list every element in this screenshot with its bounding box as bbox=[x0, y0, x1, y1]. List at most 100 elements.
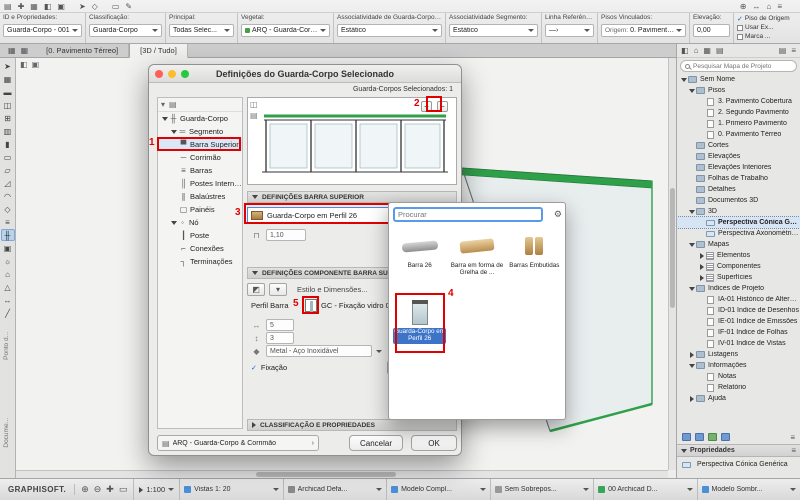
folder-blue-icon[interactable] bbox=[682, 433, 691, 441]
scrollbar-thumb[interactable] bbox=[256, 472, 396, 477]
tree-item-segmento[interactable]: ═ Segmento bbox=[158, 125, 242, 138]
tree-item-conexoes[interactable]: ⌐ Conexões bbox=[158, 242, 242, 255]
vertical-scrollbar[interactable] bbox=[668, 58, 676, 470]
height-field[interactable]: 3 bbox=[266, 332, 294, 344]
folder-blue-icon[interactable] bbox=[721, 433, 730, 441]
dialog-titlebar[interactable]: Definições do Guarda-Corpo Selecionado bbox=[149, 65, 461, 83]
quick-option-model-view[interactable]: Modelo Compl... bbox=[386, 479, 489, 500]
properties-header[interactable]: Propriedades ≡ bbox=[677, 444, 800, 457]
arrow-icon[interactable]: ➤ bbox=[79, 2, 86, 11]
sidebar-item-detalhes[interactable]: Detalhes bbox=[677, 184, 800, 195]
component-search-input[interactable] bbox=[398, 210, 538, 219]
layer-master-field[interactable]: Principal: Todas Selec... bbox=[166, 13, 238, 43]
profile-value[interactable]: GC - Fixação vidro 02 bbox=[321, 301, 394, 310]
sidebar-item-mapas[interactable]: Mapas bbox=[677, 239, 800, 250]
sidebar-item-if-01[interactable]: IF-01 Índice de Folhas bbox=[677, 327, 800, 338]
railing-node-associativity-field[interactable]: Associatividade de Guarda-Corpo e Nó: Es… bbox=[334, 13, 446, 43]
folder-blue-icon[interactable] bbox=[695, 433, 704, 441]
project-map-icon[interactable]: ⌂ bbox=[694, 46, 699, 55]
width-field[interactable]: 5 bbox=[266, 319, 294, 331]
sidebar-item-perspecti­va-conica[interactable]: Perspectiva Cónica Genérica bbox=[677, 216, 800, 229]
origin-level-option[interactable]: ✓ Piso de Origem bbox=[737, 14, 797, 23]
sidebar-item-elementos[interactable]: Elementos bbox=[677, 250, 800, 261]
sidebar-item-ia-01[interactable]: IA-01 Histórico de Alterações bbox=[677, 294, 800, 305]
component-list-button[interactable]: ▾ bbox=[269, 283, 287, 296]
sidebar-item-cortes[interactable]: Cortes bbox=[677, 140, 800, 151]
layout-book-icon[interactable]: ▤ bbox=[716, 46, 724, 55]
rail-height-field[interactable]: 1,10 bbox=[266, 229, 306, 241]
tree-item-guarda-corpo[interactable]: ╫ Guarda-Corpo bbox=[158, 112, 242, 125]
quick-option-shadow-mode[interactable]: Modelo Sombr... bbox=[696, 479, 800, 500]
side-palette-label[interactable]: Ponto d... bbox=[3, 332, 10, 360]
marker-option[interactable]: Marca ... bbox=[737, 32, 797, 41]
curtain-wall-tool-icon[interactable]: ▥ bbox=[1, 125, 15, 137]
sidebar-item-perspectiva-axonometrica[interactable]: Perspectiva Axonométrica Genérica bbox=[677, 228, 800, 239]
slab-tool-icon[interactable]: ▱ bbox=[1, 164, 15, 176]
tab-overview-icon[interactable]: ▦ bbox=[8, 46, 16, 55]
tree-item-balaustres[interactable]: ∥ Balaústres bbox=[158, 190, 242, 203]
sidebar-item-documentos-3d[interactable]: Documentos 3D bbox=[677, 195, 800, 206]
filter-icon[interactable]: ▾ bbox=[161, 100, 165, 109]
rect-icon[interactable]: ▭ bbox=[112, 2, 120, 11]
quick-option-renovation[interactable]: 00 Archicad D... bbox=[593, 479, 696, 500]
add-icon[interactable]: ✚ bbox=[18, 2, 25, 11]
properties-current-view[interactable]: Perspectiva Cónica Genérica bbox=[677, 458, 800, 471]
tree-item-corrimao[interactable]: ─ Corrimão bbox=[158, 151, 242, 164]
tree-item-paineis[interactable]: ▢ Painéis bbox=[158, 203, 242, 216]
tree-item-barra-superior[interactable]: ▀ Barra Superior bbox=[158, 138, 242, 151]
sidebar-item-piso-0[interactable]: 0. Pavimento Térreo bbox=[677, 129, 800, 140]
navigator-search-input[interactable] bbox=[693, 62, 792, 70]
checkbox-checked-icon[interactable]: ✓ bbox=[251, 364, 257, 372]
preview-view-icon[interactable]: ◫ bbox=[250, 100, 258, 109]
zoom-out-icon[interactable]: ⊖ bbox=[94, 484, 102, 495]
publisher-icon[interactable]: ▤ bbox=[779, 46, 787, 55]
profile-mode-button[interactable]: ◩ bbox=[247, 283, 265, 296]
zone-tool-icon[interactable]: ⌂ bbox=[1, 268, 15, 280]
classification-field[interactable]: Classificação: Guarda-Corpo bbox=[86, 13, 166, 43]
mesh-tool-icon[interactable]: △ bbox=[1, 281, 15, 293]
horizontal-scrollbar[interactable] bbox=[16, 470, 668, 478]
linked-stories-field[interactable]: Pisos Vinculados: Origem:0. Pavimento Té… bbox=[598, 13, 690, 43]
sidebar-item-3d[interactable]: 3D bbox=[677, 206, 800, 217]
preview-layers-icon[interactable]: ▤ bbox=[250, 111, 258, 120]
use-ex-option[interactable]: Usar Ex... bbox=[737, 23, 797, 32]
menu-icon[interactable]: ≡ bbox=[791, 46, 796, 55]
quick-option-pen-set[interactable]: Archicad Defa... bbox=[282, 479, 386, 500]
side-palette-label[interactable]: Docume... bbox=[3, 418, 10, 448]
sidebar-item-componentes[interactable]: Componentes bbox=[677, 261, 800, 272]
profile-attribute-icon[interactable] bbox=[305, 299, 317, 312]
sidebar-item-indices-projeto[interactable]: Índices de Projeto bbox=[677, 283, 800, 294]
menu-icon[interactable]: ≡ bbox=[790, 433, 795, 442]
sidebar-item-piso-2[interactable]: 2. Segundo Pavimento bbox=[677, 107, 800, 118]
quick-option-graphic-override[interactable]: Sem Sobrepos... bbox=[489, 479, 593, 500]
sidebar-item-informacoes[interactable]: Informações bbox=[677, 360, 800, 371]
pan-icon[interactable]: ✚ bbox=[106, 484, 114, 495]
target-icon[interactable]: ◇ bbox=[92, 2, 98, 11]
tree-item-terminacoes[interactable]: ┐ Terminações bbox=[158, 255, 242, 268]
cancel-button[interactable]: Cancelar bbox=[349, 435, 403, 451]
snap-icon[interactable]: ▣ bbox=[57, 2, 65, 11]
view-map-icon[interactable]: ▦ bbox=[703, 46, 711, 55]
gear-icon[interactable]: ⚙ bbox=[554, 209, 562, 220]
section-classification-header[interactable]: CLASSIFICAÇÃO E PROPRIEDADES bbox=[247, 419, 457, 431]
stair-tool-icon[interactable]: ≡ bbox=[1, 216, 15, 228]
segment-associativity-field[interactable]: Associatividade Segmento: Estático bbox=[446, 13, 542, 43]
menu-icon[interactable]: ≡ bbox=[791, 446, 796, 455]
arrow-tool-icon[interactable]: ➤ bbox=[1, 60, 15, 72]
tree-item-poste[interactable]: ┃ Poste bbox=[158, 229, 242, 242]
project-chooser-icon[interactable]: ◧ bbox=[681, 46, 689, 55]
wall-tool-icon[interactable]: ▬ bbox=[1, 86, 15, 98]
lamp-tool-icon[interactable]: ☼ bbox=[1, 255, 15, 267]
railing-tool-icon[interactable]: ╫ bbox=[0, 229, 15, 241]
tab-3d-view[interactable]: [3D / Tudo] bbox=[129, 44, 188, 58]
grid-icon[interactable]: ▦ bbox=[30, 2, 38, 11]
tab-floor-plan[interactable]: [0. Pavimento Térreo] bbox=[36, 44, 130, 57]
scale-selector[interactable]: 1:100 bbox=[133, 479, 179, 500]
sidebar-item-superficies[interactable]: Superfícies bbox=[677, 272, 800, 283]
ok-button[interactable]: OK bbox=[411, 435, 457, 451]
scrollbar-thumb[interactable] bbox=[670, 188, 675, 308]
line-tool-icon[interactable]: ╱ bbox=[1, 307, 15, 319]
add-segment-button[interactable]: + bbox=[421, 101, 432, 112]
sidebar-item-listagens[interactable]: Listagens bbox=[677, 349, 800, 360]
remove-segment-button[interactable]: − bbox=[437, 101, 448, 112]
